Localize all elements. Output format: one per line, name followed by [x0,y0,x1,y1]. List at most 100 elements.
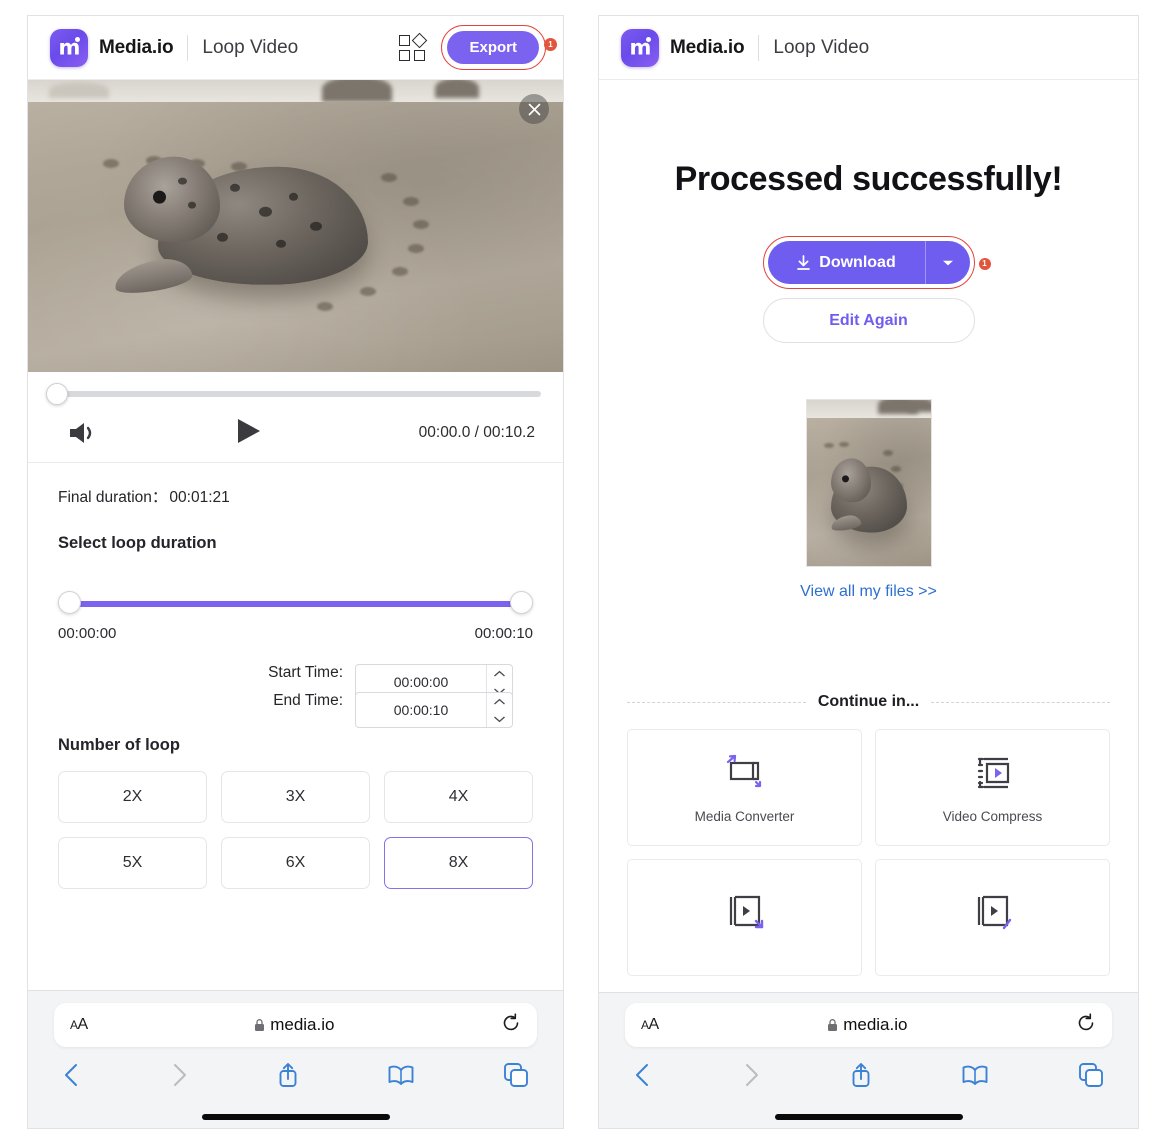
download-button[interactable]: Download [768,241,925,284]
end-time-stepper[interactable] [486,693,512,727]
text-size-button[interactable]: AA [641,1016,659,1034]
header-divider [758,34,760,61]
range-knob-end[interactable] [510,591,533,614]
app-card-video-cut[interactable] [875,859,1110,976]
bookmarks-icon[interactable] [960,1062,990,1093]
select-loop-duration-heading: Select loop duration [58,534,217,552]
success-title: Processed successfully! [674,160,1063,198]
logo-dot-icon [646,36,651,42]
brand-name[interactable]: Media.io [99,37,174,59]
video-frame-image [28,80,563,372]
loop-duration-range-slider[interactable] [58,591,533,617]
download-dropdown-toggle[interactable] [926,259,970,267]
edit-again-button[interactable]: Edit Again [762,298,975,343]
app-card-video-compress[interactable]: Video Compress [875,729,1110,846]
share-icon[interactable] [276,1061,300,1094]
loop-option-8x[interactable]: 8X [384,837,533,889]
video-compress-icon [970,751,1016,795]
view-all-files-link[interactable]: View all my files >> [627,583,1110,601]
download-button-wrap: Download 1 [762,236,991,289]
range-track [72,601,519,607]
seek-track [50,391,541,397]
download-badge: 1 [978,258,991,270]
playback-controls-row: 00:00.0 / 00:10.2 [42,404,549,462]
video-preview[interactable] [28,80,563,372]
safari-toolbar-left: AA media.io [28,990,563,1128]
media-io-logo-icon[interactable]: m [621,28,659,67]
home-indicator [201,1114,390,1120]
app-card-media-converter[interactable]: Media Converter [627,729,862,846]
logo-letter: m [629,35,652,60]
site-header-left: m Media.io Loop Video Export 1 [28,16,563,80]
safari-url-field[interactable]: media.io [659,1015,1076,1035]
reload-icon[interactable] [1076,1012,1096,1038]
tabs-icon[interactable] [503,1062,529,1093]
loop-option-5x[interactable]: 5X [58,837,207,889]
safari-url-bar[interactable]: AA media.io [625,1003,1112,1047]
header-divider [187,34,189,61]
loop-option-2x[interactable]: 2X [58,771,207,823]
start-time-increment-icon[interactable] [487,665,512,682]
site-header-right: m Media.io Loop Video [599,16,1138,80]
logo-dot-icon [75,36,80,42]
result-thumbnail[interactable] [805,399,932,567]
export-button[interactable]: Export [447,31,539,64]
close-icon[interactable] [519,94,549,124]
volume-icon[interactable] [68,420,102,446]
back-icon[interactable] [633,1062,653,1093]
brand-name[interactable]: Media.io [670,37,745,59]
safari-nav-tools [28,1047,563,1094]
safari-url-text: media.io [270,1015,335,1034]
end-time-label: End Time: [273,692,343,709]
divider-line-left [627,701,806,703]
video-player-controls: 00:00.0 / 00:10.2 [28,372,563,462]
app-card-video-trim[interactable] [627,859,862,976]
seek-slider[interactable] [42,383,549,405]
range-start-label: 00:00:00 [58,625,117,642]
loop-settings-panel: Final duration： 00:01:21 Select loop dura… [28,463,563,990]
media-io-logo-icon[interactable]: m [50,28,88,67]
loop-option-6x[interactable]: 6X [221,837,370,889]
export-button-wrap: Export 1 [441,25,557,70]
tabs-icon[interactable] [1078,1062,1104,1093]
forward-icon [169,1062,189,1093]
seek-thumb[interactable] [46,383,68,405]
lock-icon [255,1019,265,1031]
safari-url-field[interactable]: media.io [88,1015,501,1035]
safari-url-bar[interactable]: AA media.io [54,1003,537,1047]
end-time-decrement-icon[interactable] [487,710,512,727]
share-icon[interactable] [849,1061,873,1094]
end-time-increment-icon[interactable] [487,693,512,710]
download-label: Download [819,253,896,271]
video-trim-icon [722,889,768,933]
loop-option-4x[interactable]: 4X [384,771,533,823]
end-time-input[interactable]: 00:00:10 [355,692,513,728]
app-card-label: Video Compress [942,809,1043,824]
end-time-value[interactable]: 00:00:10 [356,702,486,718]
lock-icon [828,1019,838,1031]
grid-apps-icon[interactable] [399,32,428,62]
text-size-button[interactable]: AA [70,1016,88,1034]
loop-option-3x[interactable]: 3X [221,771,370,823]
start-time-value[interactable]: 00:00:00 [356,674,486,690]
loop-options-grid: 2X 3X 4X 5X 6X 8X [58,771,533,889]
continue-in-heading: Continue in... [817,693,920,710]
range-knob-start[interactable] [58,591,81,614]
time-display: 00:00.0 / 00:10.2 [418,424,535,441]
divider-line-right [931,701,1111,703]
safari-toolbar-right: AA media.io [599,992,1138,1128]
time-fields: Start Time: 00:00:00 End Time: 00:00:10 [58,664,533,728]
reload-icon[interactable] [501,1012,521,1038]
range-end-label: 00:00:10 [474,625,533,642]
forward-icon [741,1062,761,1093]
screenshot-stage: m Media.io Loop Video Export 1 00:00.0 /… [0,0,1172,1144]
final-duration-value: 00:01:21 [169,489,230,506]
export-badge: 1 [544,38,557,51]
final-duration-row: Final duration： 00:01:21 [58,485,533,507]
start-time-row: Start Time: 00:00:00 [58,664,533,700]
left-phone-panel: m Media.io Loop Video Export 1 00:00.0 /… [27,15,564,1129]
play-icon[interactable] [236,417,262,450]
download-icon [797,254,811,270]
back-icon[interactable] [62,1062,82,1093]
bookmarks-icon[interactable] [386,1062,416,1093]
